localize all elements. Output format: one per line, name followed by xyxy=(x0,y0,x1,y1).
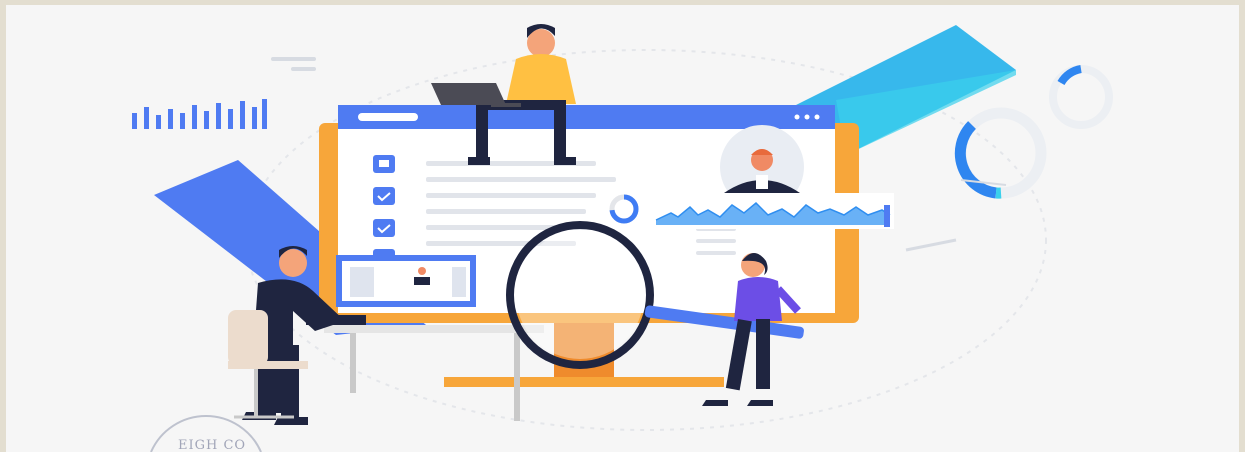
bar-chart-icon xyxy=(132,99,267,129)
seal-label: EIGH CO xyxy=(178,438,246,452)
laptop xyxy=(431,83,506,105)
college-seal: EIGH CO xyxy=(150,414,262,452)
chair-seat xyxy=(228,361,308,369)
illustration-canvas: EIGH CO xyxy=(6,5,1239,452)
monitor-base xyxy=(444,377,724,387)
chair-back xyxy=(228,310,268,365)
profile-card xyxy=(336,255,476,307)
desk-top xyxy=(324,325,544,333)
dash-decoration xyxy=(271,57,316,61)
recruitment-illustration: EIGH CO xyxy=(132,24,1113,452)
line-chart-icon xyxy=(646,193,894,229)
